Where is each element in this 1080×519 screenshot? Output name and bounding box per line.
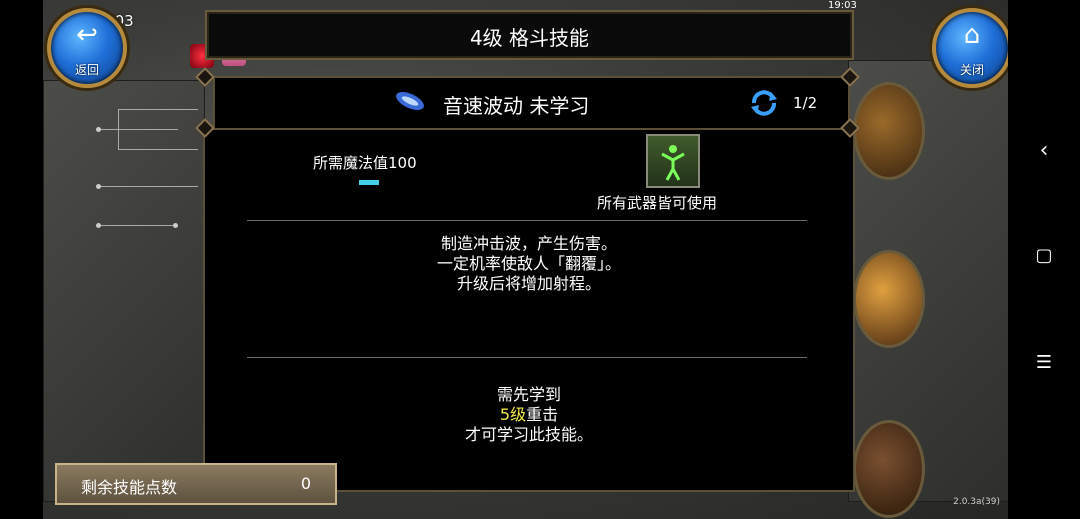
divider <box>247 220 807 221</box>
requirement-line: 需先学到 <box>496 385 561 404</box>
requirement-line: 5级重击 <box>205 405 853 425</box>
nav-back-icon[interactable]: ‹ <box>1008 138 1080 163</box>
skill-detail-panel: 所需魔法值100 所有武器皆可使用 制造冲击波，产生伤害。 一定机率使敌人「翻覆… <box>203 128 855 492</box>
skill-tree-line <box>98 225 178 226</box>
back-button-label: 返回 <box>74 63 99 77</box>
mana-bar <box>359 180 379 185</box>
skill-tree-line <box>118 109 198 110</box>
skill-tree-line <box>118 109 119 149</box>
nav-home-icon[interactable]: ▢ <box>1008 245 1080 266</box>
skill-tree-node[interactable] <box>173 223 178 228</box>
description-line: 升级后将增加射程。 <box>456 274 601 293</box>
description-line: 一定机率使敌人「翻覆」。 <box>436 254 621 273</box>
skill-orb[interactable] <box>853 420 925 518</box>
weapon-slot <box>646 134 700 188</box>
divider <box>247 357 807 358</box>
skill-header: 音速波动 未学习 1/2 <box>213 76 850 130</box>
close-button[interactable]: ⌂ 关闭 <box>932 8 1012 88</box>
skill-wave-icon <box>396 92 424 110</box>
refresh-icon[interactable] <box>749 88 779 118</box>
skill-points-label: 剩余技能点数 <box>81 478 178 497</box>
skill-points-value: 0 <box>300 474 311 493</box>
version-label: 2.0.3a(39) <box>953 497 1000 507</box>
back-arrow-icon: ↩ <box>76 20 98 50</box>
skill-tree-node[interactable] <box>96 127 101 132</box>
requirement-level: 5级 <box>499 405 527 424</box>
skill-tree-line <box>98 129 178 130</box>
weapon-label: 所有武器皆可使用 <box>597 194 718 212</box>
close-button-label: 关闭 <box>959 63 984 77</box>
skill-tree-line <box>98 186 198 187</box>
stone-wall-left <box>43 80 205 502</box>
requirement-skill: 重击 <box>526 405 559 424</box>
nav-menu-icon[interactable]: ☰ <box>1008 352 1080 373</box>
skill-tree-node[interactable] <box>96 184 101 189</box>
description-line: 制造冲击波，产生伤害。 <box>440 234 617 253</box>
home-icon: ⌂ <box>963 20 981 50</box>
weapon-figure-icon <box>661 145 685 181</box>
back-button[interactable]: ↩ 返回 <box>47 8 127 88</box>
skill-points-box: 剩余技能点数 0 <box>55 463 337 505</box>
page-title: 4级 格斗技能 <box>469 26 590 50</box>
skill-tree-line <box>118 149 198 150</box>
skill-orb[interactable] <box>853 82 925 180</box>
requirement-line: 才可学习此技能。 <box>464 425 593 444</box>
skill-orb[interactable] <box>853 250 925 348</box>
skill-name: 音速波动 未学习 <box>443 94 590 118</box>
page-indicator: 1/2 <box>793 94 818 112</box>
mana-required: 所需魔法值100 <box>313 154 417 172</box>
skill-tree-node[interactable] <box>96 223 101 228</box>
system-nav-bar: ‹ ▢ ☰ <box>1008 0 1080 519</box>
title-bar: 4级 格斗技能 <box>205 10 854 60</box>
